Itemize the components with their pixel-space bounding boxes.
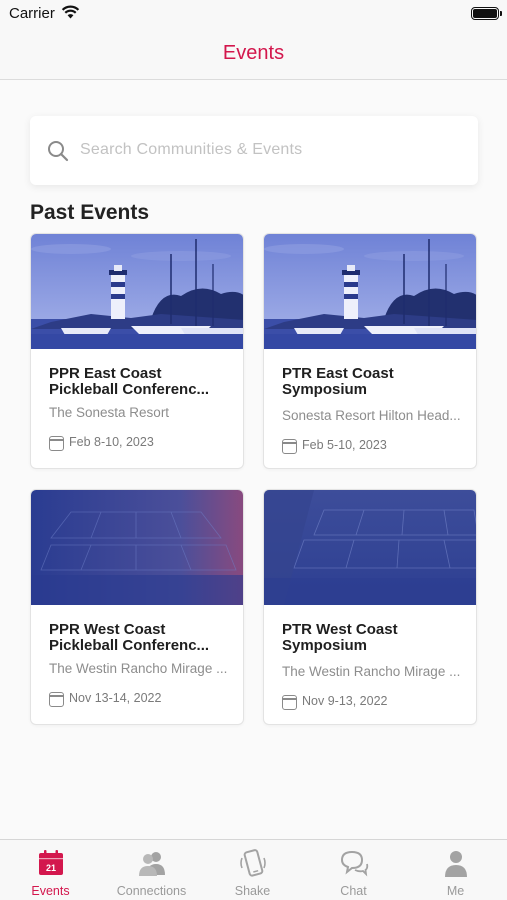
event-venue: The Westin Rancho Mirage ...: [282, 664, 461, 679]
event-card[interactable]: PTR West Coast Symposium The Westin Ranc…: [263, 489, 477, 725]
tab-label: Shake: [234, 884, 271, 898]
tab-events[interactable]: 21 Events: [0, 840, 101, 900]
tab-shake[interactable]: Shake: [202, 840, 303, 900]
battery-icon: [471, 7, 502, 20]
event-date: Feb 8-10, 2023: [69, 435, 154, 449]
event-image: [264, 234, 476, 349]
status-bar: Carrier: [0, 0, 507, 30]
calendar-icon: [282, 695, 297, 710]
person-icon: [441, 848, 471, 878]
event-venue: The Westin Rancho Mirage ...: [49, 661, 228, 676]
calendar-icon: 21: [36, 848, 66, 878]
calendar-icon: [282, 439, 297, 454]
search-icon: [47, 140, 69, 167]
search-input[interactable]: Search Communities & Events: [30, 116, 478, 185]
event-title: PTR West Coast Symposium: [282, 622, 398, 654]
event-card[interactable]: PTR East Coast Symposium Sonesta Resort …: [263, 233, 477, 469]
event-date: Nov 9-13, 2022: [302, 694, 388, 708]
tab-connections[interactable]: Connections: [101, 840, 202, 900]
event-venue: The Sonesta Resort: [49, 405, 170, 420]
event-image: [264, 490, 476, 605]
nav-bar: Events: [0, 30, 507, 80]
tab-label: Me: [446, 884, 465, 898]
chat-bubbles-icon: [339, 848, 369, 878]
tab-chat[interactable]: Chat: [303, 840, 404, 900]
event-date: Feb 5-10, 2023: [302, 438, 387, 452]
event-card[interactable]: PPR East Coast Pickleball Conferenc... T…: [30, 233, 244, 469]
tab-me[interactable]: Me: [404, 840, 507, 900]
event-title: PPR East Coast Pickleball Conferenc...: [49, 366, 210, 398]
tab-bar: 21 Events Connections Shake Chat Me: [0, 839, 507, 900]
event-card[interactable]: PPR West Coast Pickleball Conferenc... T…: [30, 489, 244, 725]
people-icon: [137, 848, 167, 878]
phone-shake-icon: [238, 848, 268, 878]
tab-label: Events: [31, 884, 70, 898]
carrier-label: Carrier: [9, 5, 55, 22]
event-title: PPR West Coast Pickleball Conferenc...: [49, 622, 210, 654]
calendar-icon: [49, 436, 64, 451]
event-venue: Sonesta Resort Hilton Head...: [282, 408, 461, 423]
calendar-icon: [49, 692, 64, 707]
search-placeholder: Search Communities & Events: [80, 141, 303, 158]
calendar-badge: 21: [45, 863, 55, 873]
event-title: PTR East Coast Symposium: [282, 366, 394, 398]
tab-label: Connections: [116, 884, 187, 898]
event-date: Nov 13-14, 2022: [69, 691, 162, 705]
page-title: Events: [222, 42, 285, 64]
wifi-icon: [61, 5, 80, 24]
event-image: [31, 490, 243, 605]
event-image: [31, 234, 243, 349]
tab-label: Chat: [340, 884, 367, 898]
section-title: Past Events: [30, 201, 150, 224]
